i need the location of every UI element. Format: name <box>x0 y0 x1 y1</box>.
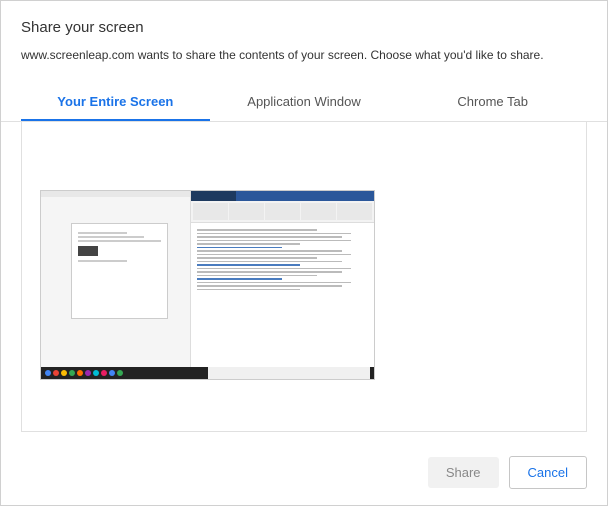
cancel-button[interactable]: Cancel <box>509 456 587 489</box>
taskbar-right <box>208 367 371 379</box>
preview-inner-dialog <box>71 223 168 320</box>
preview-left-app <box>41 191 191 367</box>
preview-ribbon <box>191 201 374 223</box>
share-button[interactable]: Share <box>428 457 499 488</box>
dialog-header: Share your screen www.screenleap.com wan… <box>1 1 607 72</box>
taskbar-icon <box>61 370 67 376</box>
preview-document <box>191 223 374 296</box>
taskbar-icon <box>109 370 115 376</box>
tab-entire-screen[interactable]: Your Entire Screen <box>21 82 210 121</box>
taskbar-icon <box>77 370 83 376</box>
taskbar-icon <box>69 370 75 376</box>
tab-chrome-tab[interactable]: Chrome Tab <box>398 82 587 121</box>
source-tabs: Your Entire Screen Application Window Ch… <box>1 82 607 122</box>
preview-right-titlebar <box>191 191 374 201</box>
preview-desktop <box>41 191 374 367</box>
share-screen-dialog: Share your screen www.screenleap.com wan… <box>0 0 608 506</box>
dialog-subtitle: www.screenleap.com wants to share the co… <box>21 48 587 62</box>
dialog-title: Share your screen <box>21 19 587 36</box>
preview-left-titlebar <box>41 191 190 197</box>
taskbar-icon <box>85 370 91 376</box>
taskbar-icon <box>45 370 51 376</box>
taskbar-icon <box>101 370 107 376</box>
preview-right-app <box>191 191 374 367</box>
tab-application-window[interactable]: Application Window <box>210 82 399 121</box>
preview-area <box>21 122 587 432</box>
taskbar-icon <box>117 370 123 376</box>
taskbar-icon <box>53 370 59 376</box>
preview-taskbar <box>41 367 374 379</box>
screen-thumbnail[interactable] <box>40 190 375 380</box>
dialog-footer: Share Cancel <box>1 444 607 505</box>
taskbar-icon <box>93 370 99 376</box>
